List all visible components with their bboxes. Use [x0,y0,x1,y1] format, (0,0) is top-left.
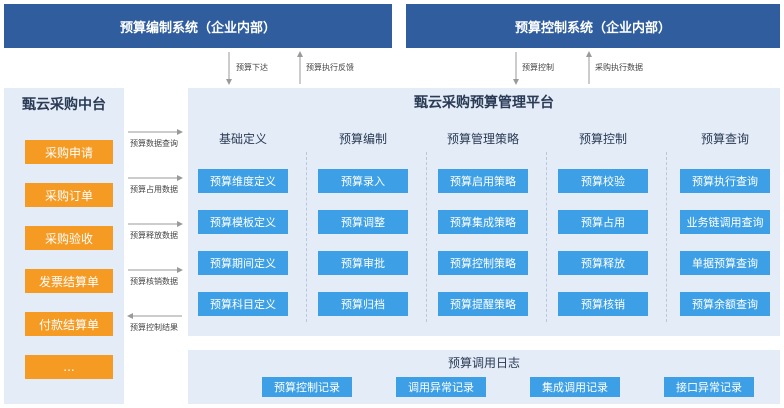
column-title-budget-query: 预算查询 [700,132,749,146]
budget-entry-button[interactable]: 预算录入 [318,169,408,193]
column-divider [666,152,667,322]
budget-subject-definition-button[interactable]: 预算科目定义 [198,292,288,316]
budget-archive-button[interactable]: 预算归档 [318,292,408,316]
document-budget-query-button[interactable]: 单据预算查询 [680,251,770,275]
purchase-request-item[interactable]: 采购申请 [25,140,113,164]
business-chain-query-button[interactable]: 业务链调用查询 [680,210,770,234]
column-divider [426,152,427,322]
flow-label-budget-occupy: 预算占用数据 [130,185,178,194]
budget-release-button[interactable]: 预算释放 [558,251,648,275]
budget-adjust-button[interactable]: 预算调整 [318,210,408,234]
procurement-platform-title: 甄云采购中台 [22,97,106,113]
budget-reminder-strategy-button[interactable]: 预算提醒策略 [438,292,528,316]
budget-dimension-definition-button[interactable]: 预算维度定义 [198,169,288,193]
budget-execution-query-button[interactable]: 预算执行查询 [680,169,770,193]
flow-label-budget-feedback: 预算执行反馈 [306,63,354,72]
budget-control-record-button[interactable]: 预算控制记录 [262,377,352,397]
integration-call-record-button[interactable]: 集成调用记录 [530,377,620,397]
budget-call-log-title: 预算调用日志 [447,356,520,370]
flow-label-budget-writeoff: 预算核销数据 [130,277,178,286]
budget-enable-strategy-button[interactable]: 预算启用策略 [438,169,528,193]
budget-integration-strategy-button[interactable]: 预算集成策略 [438,210,528,234]
budget-template-definition-button[interactable]: 预算模板定义 [198,210,288,234]
budget-approval-button[interactable]: 预算审批 [318,251,408,275]
budget-occupy-button[interactable]: 预算占用 [558,210,648,234]
interface-exception-record-button[interactable]: 接口异常记录 [664,377,754,397]
invoice-settlement-item[interactable]: 发票结算单 [25,269,113,293]
column-divider [306,152,307,322]
budget-balance-query-button[interactable]: 预算余额查询 [680,292,770,316]
flow-label-budget-query: 预算数据查询 [130,139,178,148]
purchase-acceptance-item[interactable]: 采购验收 [25,226,113,250]
flow-label-budget-down: 预算下达 [236,63,268,72]
column-title-basic-definition: 基础定义 [218,132,267,146]
budget-management-platform-title: 甄云采购预算管理平台 [414,95,554,111]
flow-label-budget-release: 预算释放数据 [130,231,178,240]
column-title-budget-strategy: 预算管理策略 [446,132,519,146]
payment-settlement-item[interactable]: 付款结算单 [25,312,113,336]
purchase-order-item[interactable]: 采购订单 [25,183,113,207]
flow-label-budget-control: 预算控制 [522,63,554,72]
budget-writeoff-button[interactable]: 预算核销 [558,292,648,316]
column-title-budget-planning: 预算编制 [338,132,387,146]
budget-validation-button[interactable]: 预算校验 [558,169,648,193]
flow-label-purchase-data: 采购执行数据 [595,63,643,72]
budget-period-definition-button[interactable]: 预算期间定义 [198,251,288,275]
call-exception-record-button[interactable]: 调用异常记录 [396,377,486,397]
budget-control-strategy-button[interactable]: 预算控制策略 [438,251,528,275]
flow-label-budget-control-result: 预算控制结果 [130,323,178,332]
column-title-budget-control: 预算控制 [578,132,627,146]
column-divider [546,152,547,322]
more-items[interactable]: ... [25,355,113,379]
